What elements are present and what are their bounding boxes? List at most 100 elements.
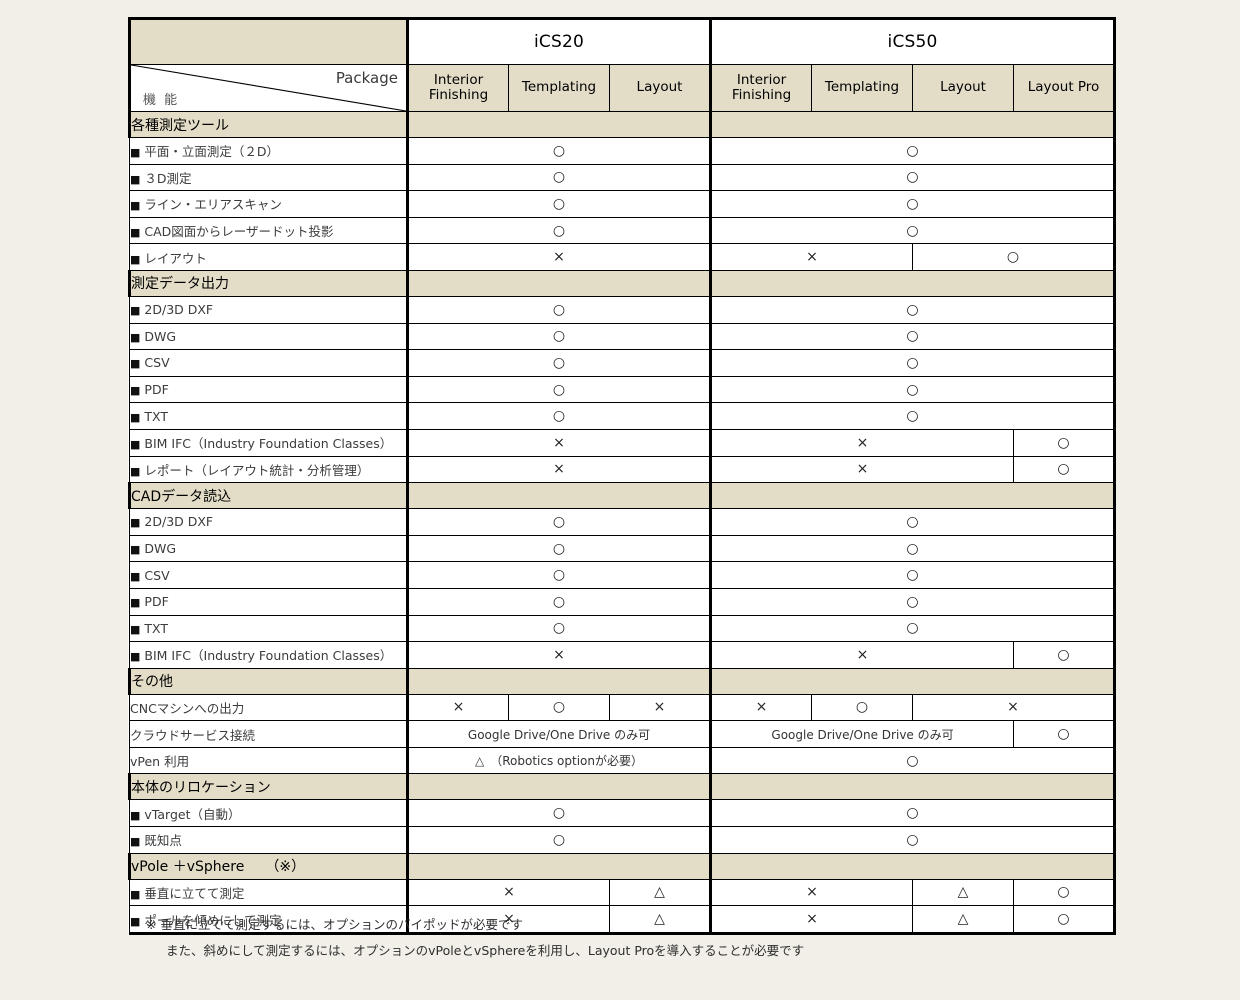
bullet-square-icon: ■ xyxy=(130,622,141,636)
table-row: ■ レイアウト × × ○ xyxy=(129,243,1117,271)
section-fill-ics20 xyxy=(405,482,712,510)
section-title-s3: その他 xyxy=(128,667,408,695)
mark-cell-ics20: × xyxy=(405,428,712,457)
mark-cell-ics50: ○ xyxy=(709,799,1117,828)
bullet-square-icon: ■ xyxy=(130,596,141,610)
table-row: ■ CAD図面からレーザードット投影 ○ ○ xyxy=(129,216,1117,245)
feature-label-text: DWG xyxy=(144,541,177,557)
feature-label-cell: ■ 平面・立面測定（２D） xyxy=(129,137,408,165)
mark-cell-ics50: ○ xyxy=(709,402,1117,430)
table-row: CNCマシンへの出力 × ○ × × ○ × xyxy=(129,693,1117,722)
feature-label-text: 既知点 xyxy=(144,833,182,849)
bullet-square-icon: ■ xyxy=(130,808,141,822)
mark-cell-ics50: ○ xyxy=(709,190,1117,218)
feature-label-text: クラウドサービス接続 xyxy=(130,727,256,743)
mark-cell-ics20: ○ xyxy=(405,375,712,404)
feature-label-text: ３D測定 xyxy=(144,170,192,186)
table-row: ■ DWG ○ ○ xyxy=(129,534,1117,563)
package-header-ics20-templating[interactable]: Templating xyxy=(508,64,610,112)
mark-cell-ics50: ○ xyxy=(709,826,1117,854)
table-row: ■ BIM IFC（Industry Foundation Classes） × × ○ xyxy=(129,641,1117,669)
mark-cell-ics50: ○ xyxy=(709,587,1117,616)
section-fill-ics50 xyxy=(709,111,1117,138)
model-header-ics20: iCS20 xyxy=(405,17,712,65)
feature-label-cell: ■ CSV xyxy=(129,349,408,377)
section-header-row: 本体のリロケーション xyxy=(128,773,1117,801)
mark-cell-ics20: × xyxy=(608,693,712,722)
mark-cell-ics20: ○ xyxy=(508,693,610,722)
feature-comparison-table: iCS20 iCS50 Package 機 能 Interior Finishi… xyxy=(128,17,1117,935)
table-row: ■ BIM IFC（Industry Foundation Classes） × × ○ xyxy=(129,428,1117,457)
bullet-square-icon: ■ xyxy=(130,835,141,849)
table-row: ■ ３D測定 ○ ○ xyxy=(129,163,1117,192)
table-row: ■ 既知点 ○ ○ xyxy=(129,826,1117,854)
package-header-ics50-layout-pro[interactable]: Layout Pro xyxy=(1013,64,1117,112)
mark-cell-ics20: × xyxy=(405,641,712,669)
section-fill-ics50 xyxy=(709,852,1117,880)
feature-label-cell: ■ PDF xyxy=(129,375,408,404)
mark-cell-ics50: ○ xyxy=(709,137,1117,165)
section-header-row: 各種測定ツール xyxy=(128,111,1117,138)
mark-cell-ics20: △ xyxy=(608,878,712,907)
table-row: ■ PDF ○ ○ xyxy=(129,587,1117,616)
section-fill-ics50 xyxy=(709,667,1117,695)
bullet-square-icon: ■ xyxy=(130,914,141,928)
feature-label-cell: ■ BIM IFC（Industry Foundation Classes） xyxy=(129,641,408,669)
mark-cell-ics50: ○ xyxy=(709,561,1117,589)
package-header-ics20-layout[interactable]: Layout xyxy=(608,64,712,112)
feature-label-cell: ■ DWG xyxy=(129,534,408,563)
table-row: ■ TXT ○ ○ xyxy=(129,614,1117,643)
feature-label-text: BIM IFC（Industry Foundation Classes） xyxy=(144,436,393,452)
section-header-row: その他 xyxy=(128,667,1117,695)
mark-cell-ics50: ○ xyxy=(1013,878,1117,907)
section-title-s0: 各種測定ツール xyxy=(128,111,408,138)
feature-label-text: TXT xyxy=(144,408,169,424)
mark-cell-ics50: × xyxy=(709,455,1015,484)
mark-cell-ics20: ○ xyxy=(405,826,712,854)
table-row: ■ レポート（レイアウト統計・分析管理） × × ○ xyxy=(129,455,1117,484)
bullet-square-icon: ■ xyxy=(130,384,141,398)
table-row: ■ vTarget（自動） ○ ○ xyxy=(129,799,1117,828)
mark-cell-ics20: × xyxy=(406,878,610,907)
feature-label-cell: ■ TXT xyxy=(129,402,408,430)
bullet-square-icon: ■ xyxy=(130,357,141,371)
mark-cell-ics20: ○ xyxy=(405,216,712,245)
feature-label-text: TXT xyxy=(144,620,169,636)
mark-cell-ics50: ○ xyxy=(1013,641,1117,669)
model-header-ics50: iCS50 xyxy=(709,17,1117,65)
section-header-row: CADデータ読込 xyxy=(128,482,1117,510)
mark-cell-ics20: Google Drive/One Drive のみ可 xyxy=(405,720,712,748)
section-header-row: vPole ＋vSphere （※） xyxy=(128,852,1117,880)
mark-cell-ics20: ○ xyxy=(405,508,712,536)
mark-cell-ics20: ○ xyxy=(405,349,712,377)
table-row: ■ CSV ○ ○ xyxy=(129,349,1117,377)
mark-cell-ics20: × xyxy=(405,243,712,271)
mark-cell-ics20: ○ xyxy=(405,799,712,828)
bullet-square-icon: ■ xyxy=(130,172,141,186)
feature-label-text: 平面・立面測定（２D） xyxy=(144,144,280,160)
bullet-square-icon: ■ xyxy=(130,226,141,240)
package-header-ics50-interior-finishing[interactable]: Interior Finishing xyxy=(709,64,813,112)
feature-label-text: レイアウト xyxy=(144,250,207,266)
feature-label-text: CSV xyxy=(144,567,170,583)
mark-cell-ics50: ○ xyxy=(709,163,1117,192)
mark-cell-ics50: ○ xyxy=(1013,455,1117,484)
bullet-square-icon: ■ xyxy=(130,252,141,266)
package-header-ics50-templating[interactable]: Templating xyxy=(811,64,914,112)
table-row: ■ PDF ○ ○ xyxy=(129,375,1117,404)
package-header-ics20-interior-finishing[interactable]: Interior Finishing xyxy=(406,64,509,112)
bullet-square-icon: ■ xyxy=(130,650,141,664)
mark-cell-ics50: ○ xyxy=(709,349,1117,377)
mark-cell-ics20: ○ xyxy=(405,614,712,643)
package-header-ics50-layout[interactable]: Layout xyxy=(912,64,1015,112)
section-title-s4: 本体のリロケーション xyxy=(128,773,408,801)
feature-label-cell: ■ PDF xyxy=(129,587,408,616)
mark-cell-ics50: ○ xyxy=(1013,905,1117,935)
feature-label-text: DWG xyxy=(144,328,177,344)
mark-cell-ics50: ○ xyxy=(709,746,1117,775)
section-fill-ics50 xyxy=(709,482,1117,510)
feature-label-cell: ■ 2D/3D DXF xyxy=(129,508,408,536)
feature-label-cell: ■ CSV xyxy=(129,561,408,589)
mark-cell-ics20: △ （Robotics optionが必要） xyxy=(405,746,712,775)
feature-label-cell: ■ ライン・エリアスキャン xyxy=(129,190,408,218)
